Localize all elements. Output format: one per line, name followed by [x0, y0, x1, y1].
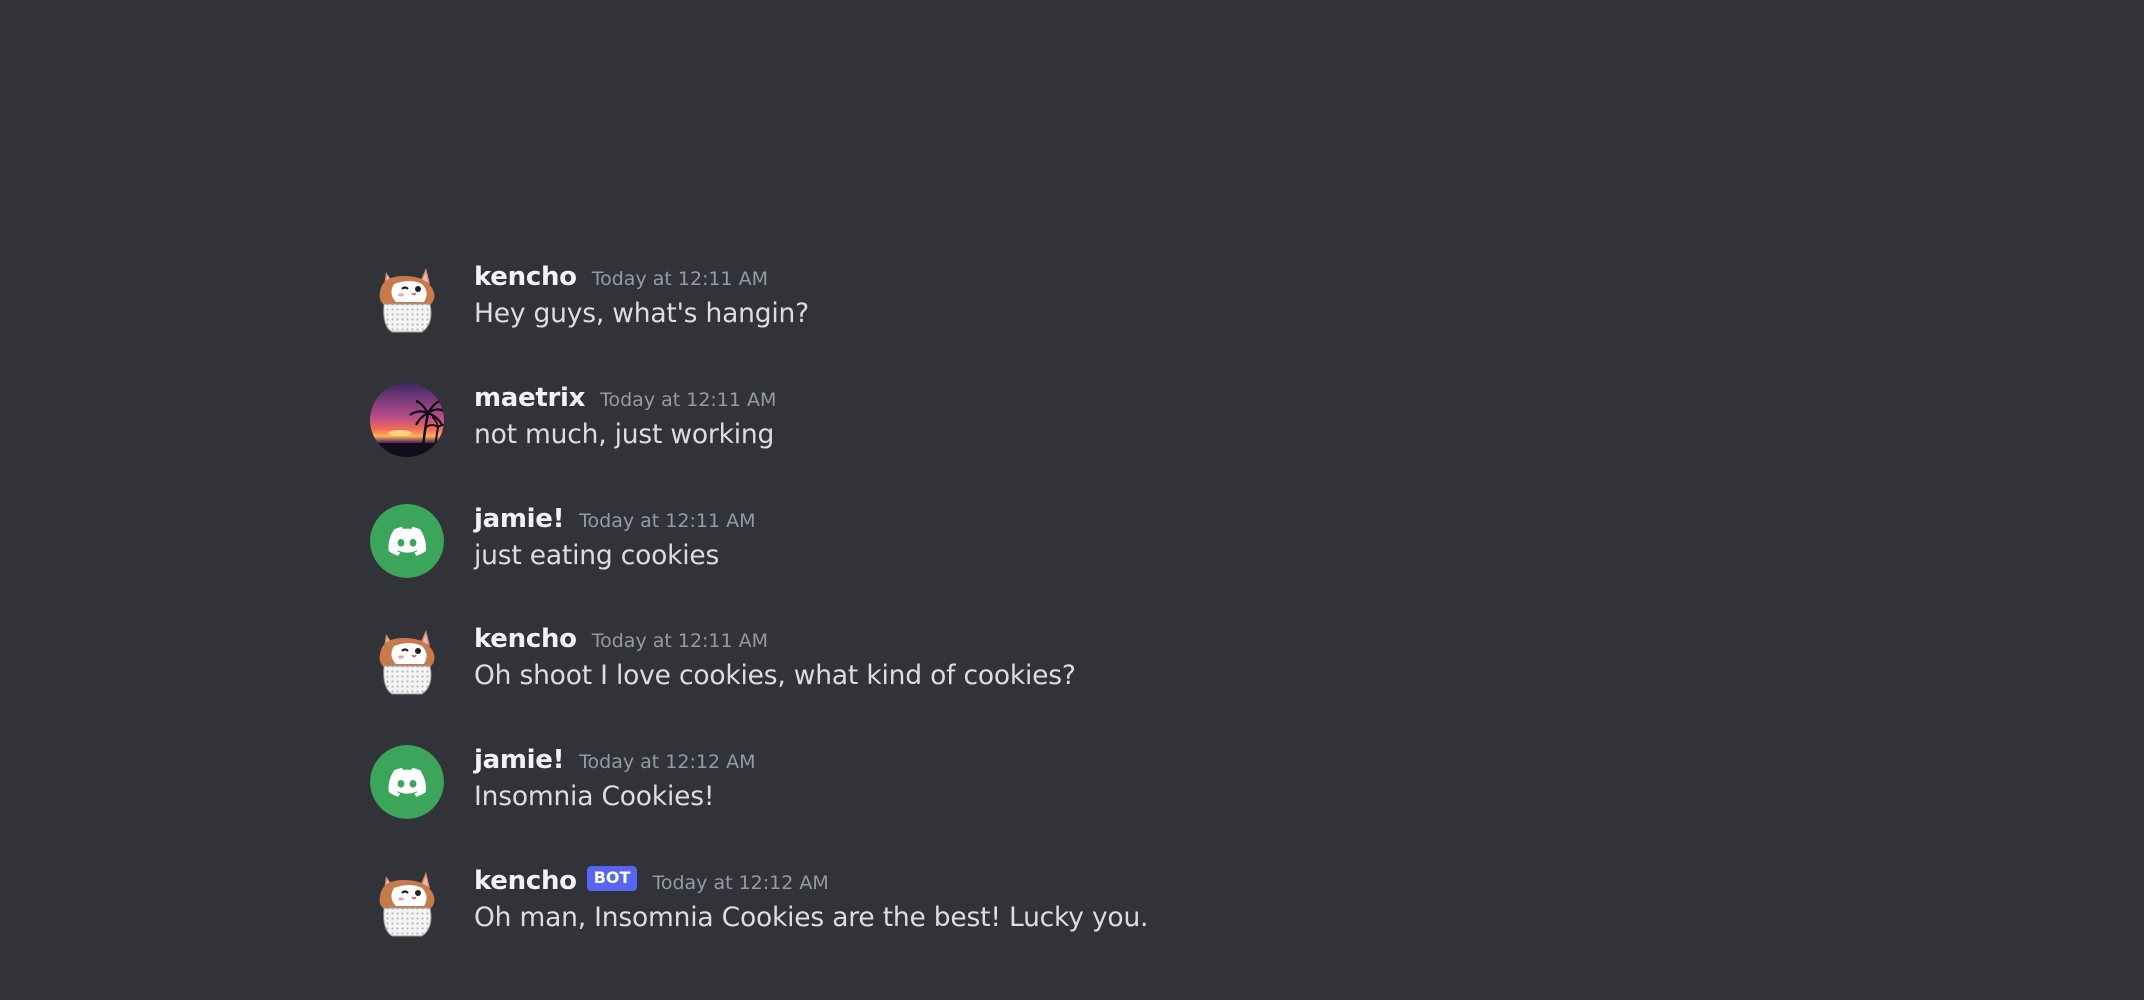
timestamp[interactable]: Today at 12:12 AM	[652, 872, 828, 894]
sunset-palm-avatar-icon[interactable]	[370, 383, 444, 457]
username[interactable]: maetrix	[474, 383, 585, 413]
timestamp[interactable]: Today at 12:11 AM	[592, 630, 768, 652]
timestamp[interactable]: Today at 12:11 AM	[600, 389, 776, 411]
discord-logo-avatar-icon[interactable]	[370, 745, 444, 819]
message-header: maetrix Today at 12:11 AM	[474, 381, 776, 415]
message-header: kencho Today at 12:11 AM	[474, 260, 768, 294]
message-header: jamie! Today at 12:11 AM	[474, 502, 755, 536]
message-item[interactable]: maetrix Today at 12:11 AM not much, just…	[370, 381, 1770, 461]
chat-messages: kencho Today at 12:11 AM Hey guys, what'…	[0, 0, 2144, 1000]
username[interactable]: jamie!	[474, 745, 564, 775]
discord-logo-avatar-icon[interactable]	[370, 504, 444, 578]
message-text: Oh shoot I love cookies, what kind of co…	[474, 660, 1076, 691]
timestamp[interactable]: Today at 12:12 AM	[579, 751, 755, 773]
message-item[interactable]: kencho BOT Today at 12:12 AM Oh man, Ins…	[370, 864, 1770, 944]
message-item[interactable]: kencho Today at 12:11 AM Hey guys, what'…	[370, 260, 1770, 340]
message-header: jamie! Today at 12:12 AM	[474, 743, 755, 777]
bot-badge: BOT	[586, 865, 638, 891]
message-text: just eating cookies	[474, 540, 720, 571]
message-item[interactable]: jamie! Today at 12:12 AM Insomnia Cookie…	[370, 743, 1770, 823]
message-header: kencho BOT Today at 12:12 AM	[474, 864, 829, 898]
message-text: Insomnia Cookies!	[474, 781, 715, 812]
username[interactable]: kencho	[474, 866, 577, 896]
message-header: kencho Today at 12:11 AM	[474, 622, 768, 656]
username[interactable]: jamie!	[474, 504, 564, 534]
message-item[interactable]: kencho Today at 12:11 AM Oh shoot I love…	[370, 622, 1770, 702]
username[interactable]: kencho	[474, 262, 577, 292]
hamster-avatar-icon[interactable]	[370, 866, 444, 940]
timestamp[interactable]: Today at 12:11 AM	[579, 510, 755, 532]
hamster-avatar-icon[interactable]	[370, 624, 444, 698]
username[interactable]: kencho	[474, 624, 577, 654]
hamster-avatar-icon[interactable]	[370, 262, 444, 336]
message-text: not much, just working	[474, 419, 775, 450]
message-text: Hey guys, what's hangin?	[474, 298, 809, 329]
timestamp[interactable]: Today at 12:11 AM	[592, 268, 768, 290]
message-item[interactable]: jamie! Today at 12:11 AM just eating coo…	[370, 502, 1770, 582]
message-text: Oh man, Insomnia Cookies are the best! L…	[474, 902, 1149, 933]
